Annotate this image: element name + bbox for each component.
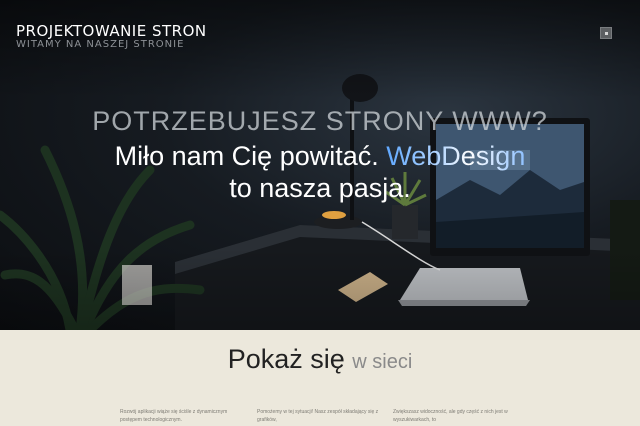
section-title-light: w sieci (352, 351, 413, 373)
hero-section: PROJEKTOWANIE STRON WITAMY NA NASZEJ STR… (0, 0, 640, 330)
site-title[interactable]: PROJEKTOWANIE STRON (16, 22, 207, 40)
feature-column-1: Rozwój aplikacji wiąże się ściśle z dyna… (120, 409, 228, 423)
feature-column-3: Zwiększasz widoczność, ale gdy część z n… (393, 409, 508, 423)
headline-part1: Miło nam Cię powitać. (114, 141, 379, 171)
section-title: Pokaż się w sieci (0, 344, 640, 375)
feature-column-2: Pomożemy w tej sytuacji! Nasz zespół skł… (257, 409, 379, 423)
hero-headline: Miło nam Cię powitać. WebDesign to nasza… (0, 140, 640, 204)
section-title-main: Pokaż się (227, 344, 345, 374)
hero-kicker: POTRZEBUJESZ STRONY WWW? (92, 106, 548, 136)
menu-toggle-icon[interactable] (600, 27, 612, 39)
site-subtitle: WITAMY NA NASZEJ STRONIE (16, 39, 185, 50)
headline-line2: to nasza pasja. (229, 173, 411, 203)
content-section: Pokaż się w sieci Rozwój aplikacji wiąże… (0, 330, 640, 426)
headline-accent: WebDesign (386, 141, 526, 171)
menu-dot (605, 32, 608, 35)
